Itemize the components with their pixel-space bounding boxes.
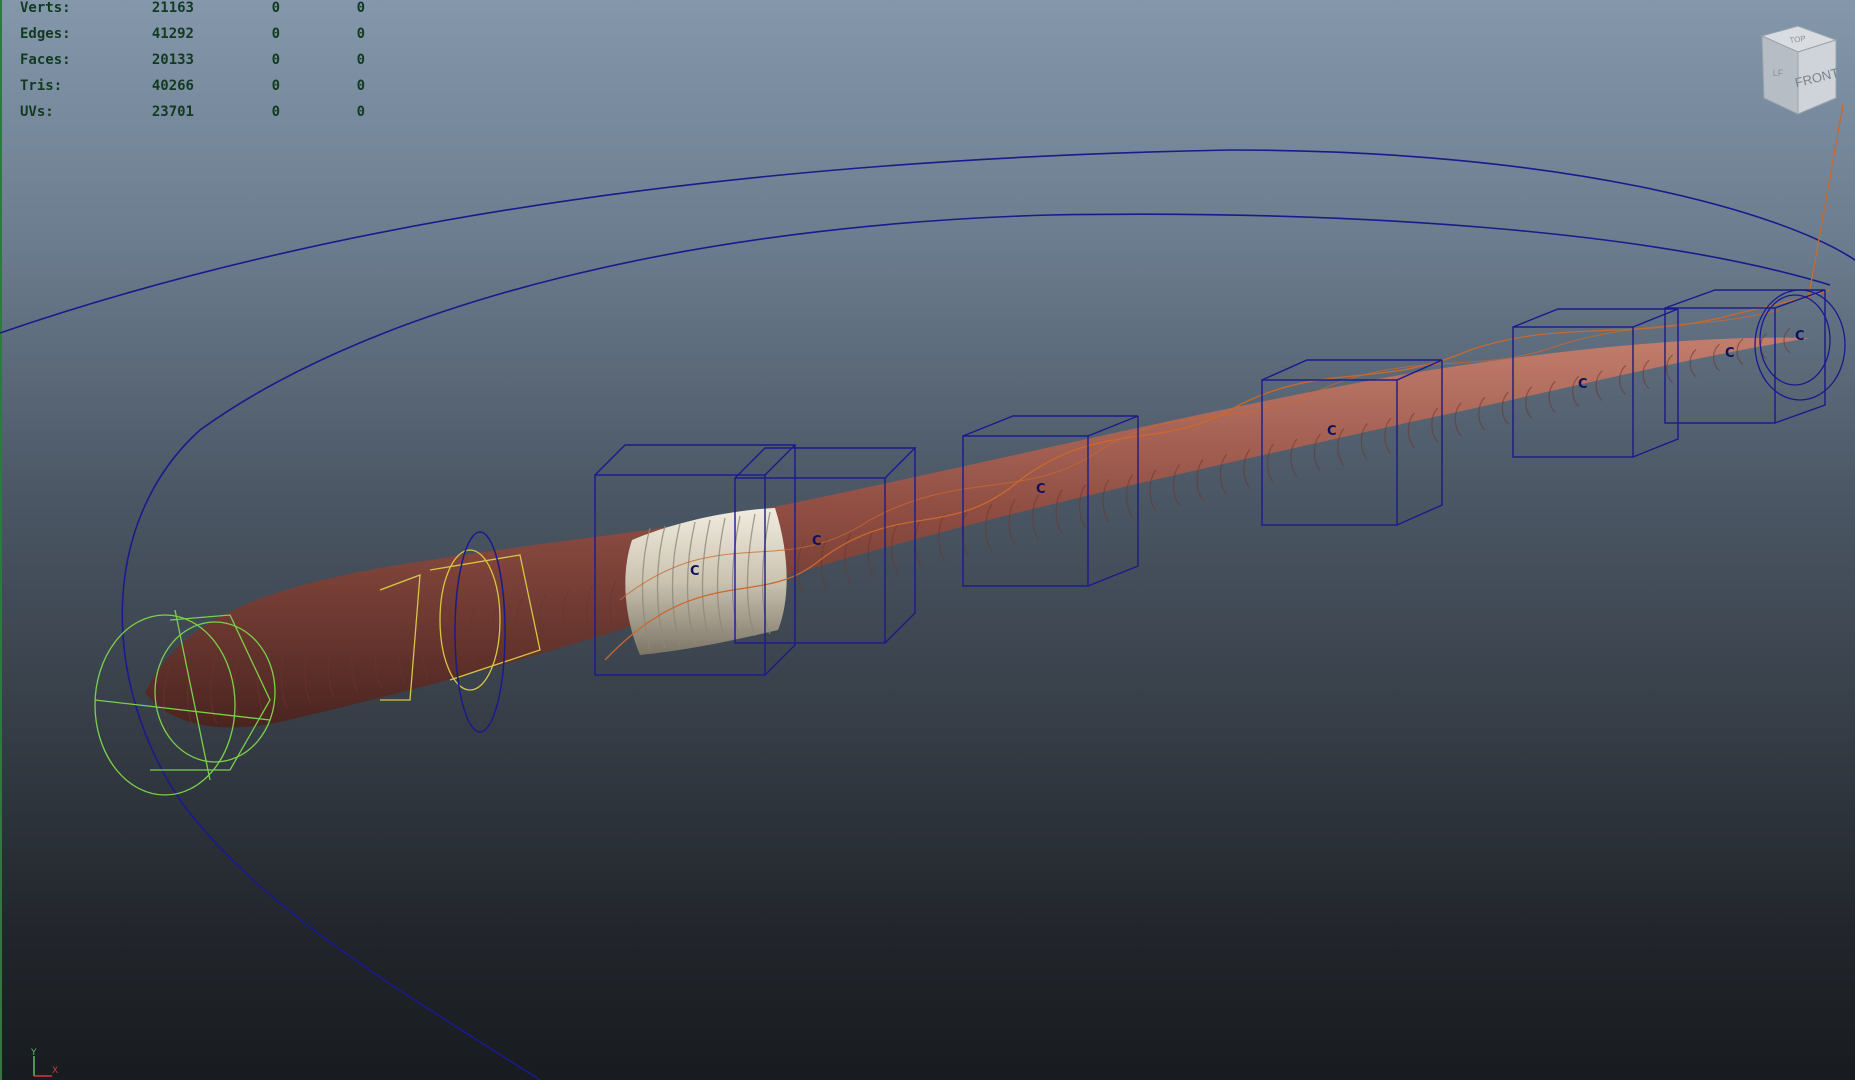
control-label: C bbox=[1795, 329, 1805, 344]
control-label: C bbox=[812, 534, 822, 549]
hud-value: 0 bbox=[271, 52, 280, 68]
outer-nurbs-circle[interactable] bbox=[0, 149, 1855, 334]
hud-value: 0 bbox=[356, 52, 365, 68]
locator-line bbox=[1807, 104, 1844, 301]
axis-gizmo: Y X bbox=[30, 1048, 58, 1077]
hud-row-faces: Faces: 20133 0 0 bbox=[20, 47, 365, 73]
control-label: C bbox=[1725, 346, 1735, 361]
hud-value: 0 bbox=[271, 0, 280, 16]
hud-value: 21163 bbox=[151, 0, 194, 16]
control-label: C bbox=[1578, 377, 1588, 392]
hud-label: UVs: bbox=[20, 104, 54, 120]
view-cube[interactable]: TOP LF FRONT bbox=[1752, 24, 1842, 120]
control-label: C bbox=[690, 564, 700, 579]
3d-viewport[interactable]: C C C C C C C Verts: 21163 0 0 Edges: 41292 0 … bbox=[0, 0, 1855, 1080]
hud-value: 40266 bbox=[151, 78, 194, 94]
control-label: C bbox=[1327, 424, 1337, 439]
worm-body[interactable] bbox=[145, 337, 1810, 728]
hud-value: 0 bbox=[356, 26, 365, 42]
axis-y-label: Y bbox=[30, 1048, 37, 1058]
hud-value: 0 bbox=[271, 104, 280, 120]
hud-value: 0 bbox=[356, 0, 365, 16]
hud-value: 0 bbox=[271, 78, 280, 94]
axis-x-label: X bbox=[52, 1066, 58, 1076]
hud-row-uvs: UVs: 23701 0 0 bbox=[20, 99, 365, 125]
hud-label: Tris: bbox=[20, 78, 63, 94]
hud-row-verts: Verts: 21163 0 0 bbox=[20, 0, 365, 21]
hud-row-edges: Edges: 41292 0 0 bbox=[20, 21, 365, 47]
poly-count-hud: Verts: 21163 0 0 Edges: 41292 0 0 Faces:… bbox=[20, 0, 365, 125]
hud-value: 0 bbox=[356, 104, 365, 120]
viewcube-left-label: LF bbox=[1773, 68, 1784, 78]
hud-value: 0 bbox=[271, 26, 280, 42]
tail-control[interactable] bbox=[1754, 289, 1846, 401]
hud-label: Edges: bbox=[20, 26, 71, 42]
scene-canvas[interactable]: C C C C C C C bbox=[0, 0, 1855, 1080]
hud-label: Faces: bbox=[20, 52, 71, 68]
hud-row-tris: Tris: 40266 0 0 bbox=[20, 73, 365, 99]
control-label: C bbox=[1036, 482, 1046, 497]
hud-value: 41292 bbox=[151, 26, 194, 42]
hud-value: 0 bbox=[356, 78, 365, 94]
hud-value: 23701 bbox=[151, 104, 194, 120]
hud-label: Verts: bbox=[20, 0, 71, 16]
hud-value: 20133 bbox=[151, 52, 194, 68]
